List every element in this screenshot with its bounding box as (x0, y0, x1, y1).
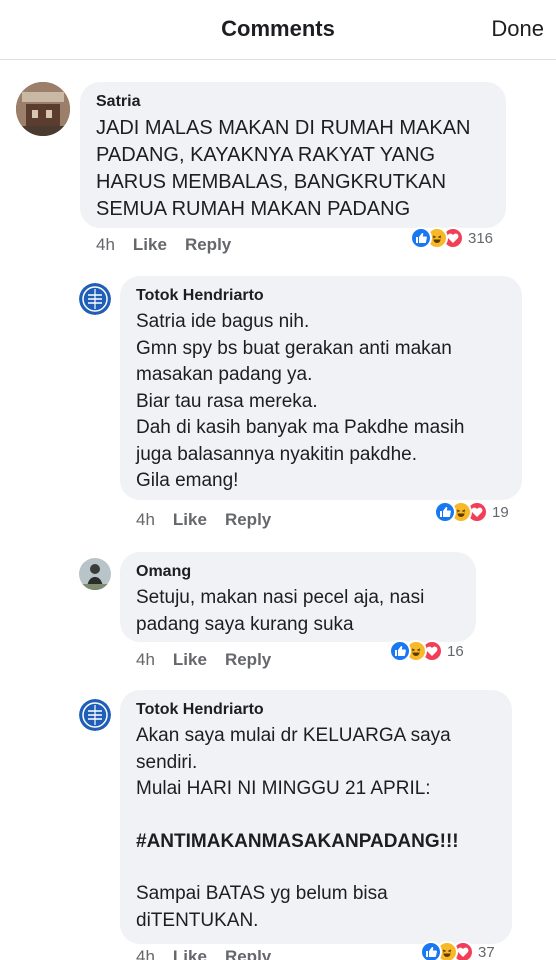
reaction-count: 16 (447, 642, 464, 660)
comment-author[interactable]: Totok Hendriarto (136, 700, 496, 720)
like-button[interactable]: Like (173, 510, 207, 529)
avatar[interactable] (16, 82, 70, 136)
reply-button[interactable]: Reply (225, 650, 271, 669)
comment-bubble: Totok Hendriarto Satria ide bagus nih. G… (120, 276, 522, 500)
comments-header: Comments Done (0, 0, 556, 60)
comment-author[interactable]: Totok Hendriarto (136, 286, 506, 306)
avatar-logo-icon (79, 283, 111, 315)
comment-bubble: Satria JADI MALAS MAKAN DI RUMAH MAKAN P… (80, 82, 506, 228)
avatar-logo-icon (79, 699, 111, 731)
comment-author[interactable]: Omang (136, 562, 460, 582)
like-icon (410, 227, 432, 249)
comment-actions: 4h Like Reply (136, 947, 289, 960)
avatar[interactable] (79, 699, 111, 731)
avatar-photo-icon (79, 558, 111, 590)
comment-time: 4h (96, 235, 115, 254)
comment-text: Akan saya mulai dr KELUARGA saya sendiri… (136, 725, 451, 799)
reply-button[interactable]: Reply (225, 947, 271, 960)
reaction-summary[interactable]: 16 (389, 638, 464, 664)
comment-actions: 4h Like Reply (136, 650, 289, 670)
comment-actions: 4h Like Reply (96, 235, 249, 255)
comment-text: Satria ide bagus nih. Gmn spy bs buat ge… (136, 311, 465, 491)
reaction-count: 37 (478, 943, 495, 960)
comment-bubble: Omang Setuju, makan nasi pecel aja, nasi… (120, 552, 476, 642)
reply-button[interactable]: Reply (225, 510, 271, 529)
like-icon (420, 941, 442, 960)
reply-button[interactable]: Reply (185, 235, 231, 254)
avatar[interactable] (79, 283, 111, 315)
like-button[interactable]: Like (133, 235, 167, 254)
page-title: Comments (221, 16, 335, 41)
like-icon (389, 640, 411, 662)
comment-text: JADI MALAS MAKAN DI RUMAH MAKAN PADANG, … (96, 117, 471, 220)
comment-time: 4h (136, 510, 155, 529)
like-button[interactable]: Like (173, 650, 207, 669)
avatar-photo-icon (16, 82, 70, 136)
done-button[interactable]: Done (491, 16, 544, 42)
comment-text: Setuju, makan nasi pecel aja, nasi padan… (136, 587, 425, 635)
avatar[interactable] (79, 558, 111, 590)
comment-bubble: Totok Hendriarto Akan saya mulai dr KELU… (120, 690, 512, 944)
comment-time: 4h (136, 650, 155, 669)
comment-hashtag[interactable]: #ANTIMAKANMASAKANPADANG!!! (136, 829, 496, 856)
reaction-count: 316 (468, 229, 494, 247)
comment-author[interactable]: Satria (96, 92, 490, 112)
like-button[interactable]: Like (173, 947, 207, 960)
reaction-summary[interactable]: 37 (420, 939, 495, 960)
reaction-summary[interactable]: 19 (434, 499, 509, 525)
comment-time: 4h (136, 947, 155, 960)
like-icon (434, 501, 456, 523)
reaction-count: 19 (492, 503, 509, 521)
comment-actions: 4h Like Reply (136, 510, 289, 530)
comment-text: Sampai BATAS yg belum bisa diTENTUKAN. (136, 883, 388, 931)
reaction-summary[interactable]: 316 (410, 225, 494, 251)
